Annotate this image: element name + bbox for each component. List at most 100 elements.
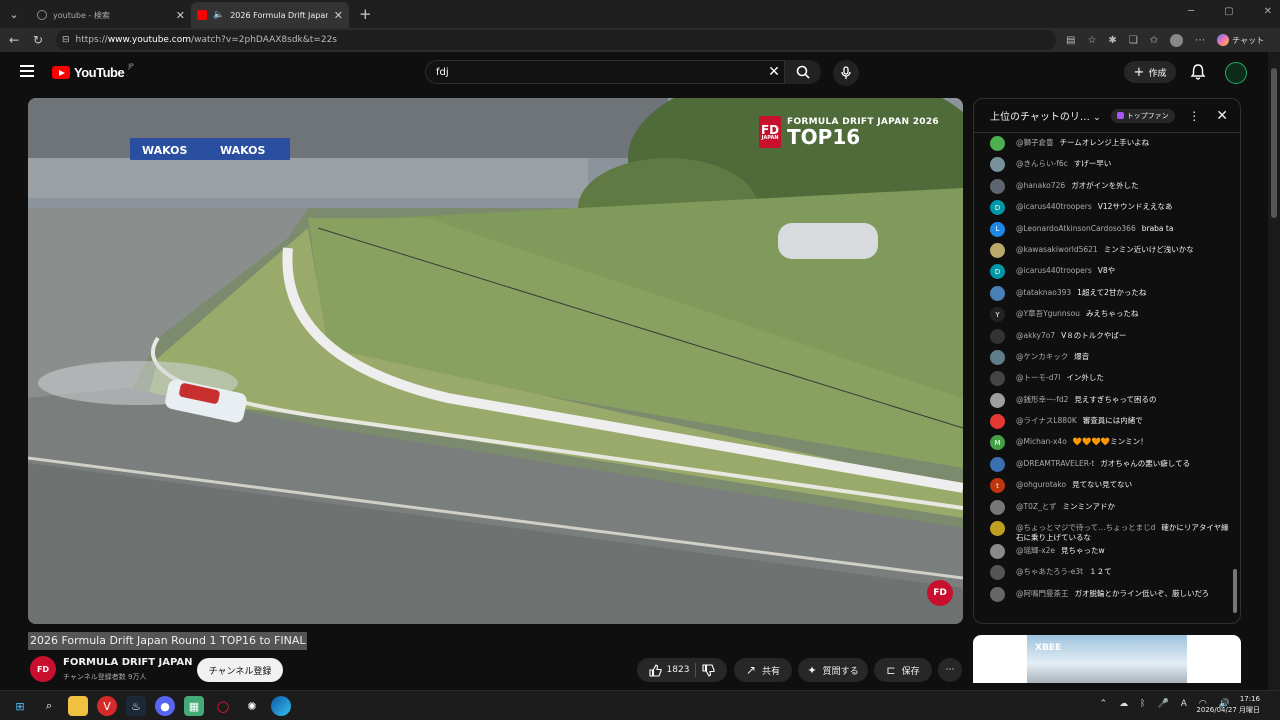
chat-message[interactable]: @獅子倉豊 チームオレンジ上手いよね	[990, 135, 1232, 156]
chat-author[interactable]: @ケンカキック	[1016, 352, 1068, 361]
tab-list-button[interactable]: ⌄	[3, 3, 25, 25]
profile-avatar[interactable]	[1170, 33, 1184, 47]
chat-author[interactable]: @獅子倉豊	[1016, 138, 1054, 147]
chat-avatar[interactable]: M	[990, 435, 1005, 451]
chat-message[interactable]: @阿鳴門曼荼王 ガオ脱輪とかライン低いぞ、厳しいだろ	[990, 586, 1232, 607]
chevron-up-icon[interactable]: ⌃	[1100, 699, 1108, 709]
chat-options-icon[interactable]: ⋮	[1188, 109, 1200, 123]
chat-avatar[interactable]: t	[990, 478, 1005, 494]
chat-message[interactable]: Y @Y章吾Ygunnsou みえちゃったね	[990, 306, 1232, 327]
chat-avatar[interactable]	[990, 136, 1005, 151]
site-info-icon[interactable]: ⊟	[62, 35, 70, 45]
onedrive-icon[interactable]: ☁	[1119, 699, 1128, 709]
chat-author[interactable]: @ちょっとマジで待って…ちょっとまじd	[1016, 523, 1155, 532]
bluetooth-icon[interactable]: ᛒ	[1140, 699, 1145, 709]
chat-message[interactable]: @瑶輝-x2e 見ちゃったw	[990, 543, 1232, 564]
tab-video[interactable]: 🔈 2026 Formula Drift Japan Rou ✕	[191, 2, 349, 28]
ask-button[interactable]: ✦ 質問する	[798, 658, 868, 682]
cpu-z-icon[interactable]: ▦	[184, 696, 204, 716]
channel-name[interactable]: FORMULA DRIFT JAPAN	[63, 657, 193, 668]
extensions-icon[interactable]: ✱	[1108, 35, 1116, 46]
like-button[interactable]: 1823	[648, 663, 689, 677]
chat-avatar[interactable]	[990, 544, 1005, 560]
url-field[interactable]: ⊟ https://www.youtube.com/watch?v=2phDAA…	[56, 30, 1056, 50]
minimize-icon[interactable]: ─	[1188, 6, 1194, 17]
chat-avatar[interactable]: D	[990, 264, 1005, 280]
chatgpt-icon[interactable]: ✺	[242, 696, 262, 716]
share-button[interactable]: ↗ 共有	[734, 658, 792, 682]
windows-start-icon[interactable]: ⊞	[10, 696, 30, 716]
more-actions-button[interactable]: ⋯	[938, 658, 962, 682]
opera-icon[interactable]: ◯	[213, 696, 233, 716]
favorites-icon[interactable]: ✩	[1150, 35, 1158, 46]
chat-avatar[interactable]	[990, 392, 1005, 408]
youtube-logo[interactable]: YouTube JP	[52, 63, 134, 80]
chat-avatar[interactable]	[990, 242, 1005, 258]
chat-author[interactable]: @kawasakiworld5621	[1016, 245, 1098, 254]
chat-avatar[interactable]	[990, 178, 1005, 194]
chat-author[interactable]: @icarus440troopers	[1016, 266, 1092, 275]
new-tab-button[interactable]: +	[359, 5, 372, 23]
chat-avatar[interactable]	[990, 521, 1005, 537]
channel-avatar[interactable]: FD	[30, 656, 56, 682]
chat-avatar[interactable]	[990, 414, 1005, 430]
tab-close-icon[interactable]: ✕	[334, 9, 343, 22]
ime-indicator[interactable]: A	[1181, 699, 1187, 709]
chat-avatar[interactable]	[990, 285, 1005, 301]
page-scrollbar[interactable]	[1268, 52, 1280, 692]
chat-message[interactable]: @きんらい-f6c すげー早い	[990, 156, 1232, 177]
chat-message[interactable]: @トーモ-d7l イン外した	[990, 370, 1232, 391]
vivaldi-icon[interactable]: V	[97, 696, 117, 716]
search-input[interactable]	[436, 66, 764, 78]
chat-scrollbar[interactable]	[1233, 569, 1237, 613]
chat-author[interactable]: @akky7o7	[1016, 331, 1055, 340]
chat-message-list[interactable]: @獅子倉豊 チームオレンジ上手いよね @きんらい-f6c すげー早い @hanako72…	[974, 133, 1240, 607]
tab-close-icon[interactable]: ✕	[176, 9, 185, 22]
chat-message[interactable]: @hanako726 ガオがインを外した	[990, 178, 1232, 199]
chat-message[interactable]: D @icarus440troopers V12サウンドええなあ	[990, 199, 1232, 220]
chat-author[interactable]: @ohgurotako	[1016, 480, 1066, 489]
menu-icon[interactable]	[20, 65, 34, 77]
clear-search-icon[interactable]: ✕	[764, 64, 784, 80]
chat-avatar[interactable]	[990, 499, 1005, 515]
chat-author[interactable]: @T0Z_とず	[1016, 502, 1057, 511]
more-menu-icon[interactable]: ⋯	[1195, 35, 1205, 46]
close-window-icon[interactable]: ✕	[1264, 6, 1272, 17]
chat-message[interactable]: t @ohgurotako 見てない見てない	[990, 477, 1232, 498]
chat-author[interactable]: @瑶輝-x2e	[1016, 546, 1055, 555]
user-avatar[interactable]	[1225, 62, 1247, 84]
edge-icon[interactable]	[271, 696, 291, 716]
mic-tray-icon[interactable]: 🎤	[1158, 699, 1169, 709]
chat-message[interactable]: @kawasakiworld5621 ミンミン近いけど浅いかな	[990, 242, 1232, 263]
maximize-icon[interactable]: ▢	[1224, 6, 1233, 17]
reload-icon[interactable]: ↻	[26, 33, 50, 47]
thumbs-down-icon[interactable]	[702, 663, 716, 677]
chat-message[interactable]: M @Michan-x4o 🧡🧡🧡🧡ミンミン！	[990, 434, 1232, 455]
notifications-bell-icon[interactable]	[1189, 63, 1207, 81]
chat-author[interactable]: @ちゃあたろう-e3t	[1016, 567, 1083, 576]
chat-avatar[interactable]	[990, 328, 1005, 344]
search-taskbar-icon[interactable]: ⌕	[39, 696, 59, 716]
chat-author[interactable]: @tataknao393	[1016, 288, 1071, 297]
chat-avatar[interactable]	[990, 349, 1005, 365]
chat-message[interactable]: @ケンカキック 爆音	[990, 349, 1232, 370]
chat-message[interactable]: @akky7o7 V８のトルクやばー	[990, 328, 1232, 349]
chat-author[interactable]: @Y章吾Ygunnsou	[1016, 309, 1080, 318]
discord-icon[interactable]: ●	[155, 696, 175, 716]
chat-mode-dropdown[interactable]: 上位のチャットのリ… ⌄	[990, 108, 1101, 123]
steam-icon[interactable]: ♨	[126, 696, 146, 716]
chat-avatar[interactable]	[990, 157, 1005, 173]
chat-message[interactable]: @DREAMTRAVELER-t ガオちゃんの悪い癖してる	[990, 456, 1232, 477]
chat-avatar[interactable]	[990, 371, 1005, 387]
chat-avatar[interactable]	[990, 586, 1005, 602]
chat-message[interactable]: L @LeonardoAtkinsonCardoso366 braba ta	[990, 221, 1232, 242]
chat-author[interactable]: @icarus440troopers	[1016, 202, 1092, 211]
chat-message[interactable]: @ちょっとマジで待って…ちょっとまじd 確かにリアタイヤ縁石に乗り上げているな	[990, 520, 1232, 543]
chat-author[interactable]: @きんらい-f6c	[1016, 159, 1068, 168]
chat-message[interactable]: D @icarus440troopers V8や	[990, 263, 1232, 284]
chat-author[interactable]: @Michan-x4o	[1016, 437, 1067, 446]
chat-avatar[interactable]: D	[990, 200, 1005, 216]
chat-message[interactable]: @銭形幸一-fd2 見えすぎちゃって困るの	[990, 392, 1232, 413]
chat-author[interactable]: @LeonardoAtkinsonCardoso366	[1016, 224, 1136, 233]
chat-author[interactable]: @阿鳴門曼荼王	[1016, 589, 1069, 598]
